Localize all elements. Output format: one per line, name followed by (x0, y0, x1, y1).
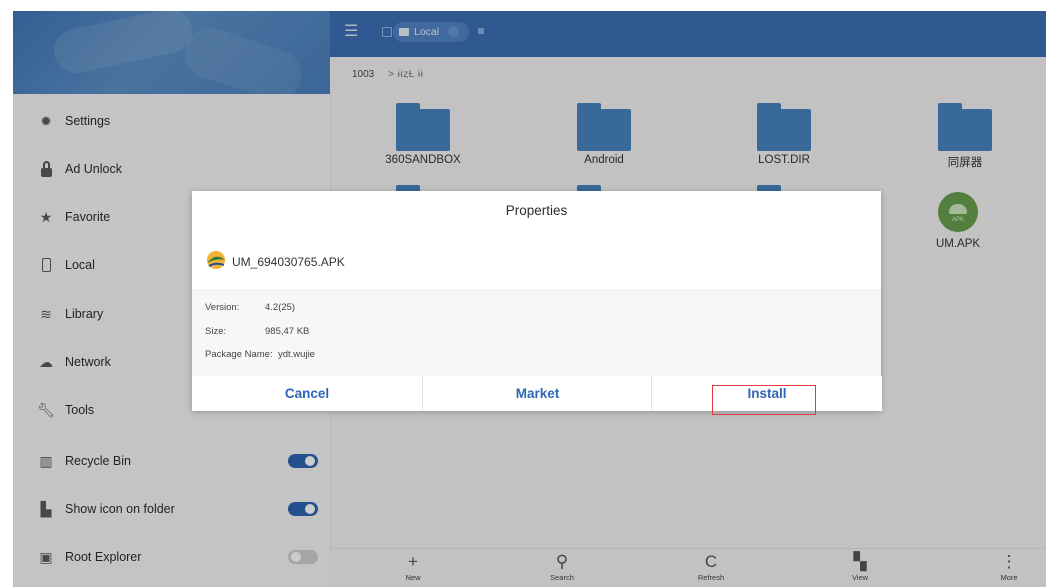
properties-info: Version: 4.2(25) Size: 985,47 KB Package… (192, 291, 881, 376)
package-label: Package Name: (205, 349, 273, 360)
version-row: Version: 4.2(25) (205, 302, 295, 313)
market-button[interactable]: Market (422, 376, 652, 411)
package-value: ydt.wujie (278, 349, 315, 360)
dialog-title: Properties (505, 203, 568, 218)
version-label: Version: (205, 302, 240, 313)
dialog-file-name: UM_694030765.APK (232, 255, 345, 269)
properties-dialog: Properties UM_694030765.APK Version: 4.2… (192, 191, 882, 415)
size-value: 985,47 KB (265, 326, 310, 337)
version-value: 4.2(25) (265, 302, 296, 313)
cancel-button[interactable]: Cancel (192, 376, 422, 411)
size-row: Size: 985,47 KB (205, 326, 309, 337)
frame: ✹ Settings Ad Unlock ★ Favorite Local ≋ … (0, 0, 1046, 587)
install-highlight-box (712, 385, 816, 415)
size-label: Size: (205, 326, 227, 337)
package-row: Package Name: ydt.wujie (205, 349, 315, 360)
app-screen: ✹ Settings Ad Unlock ★ Favorite Local ≋ … (13, 11, 1046, 587)
app-logo-icon (207, 251, 225, 269)
